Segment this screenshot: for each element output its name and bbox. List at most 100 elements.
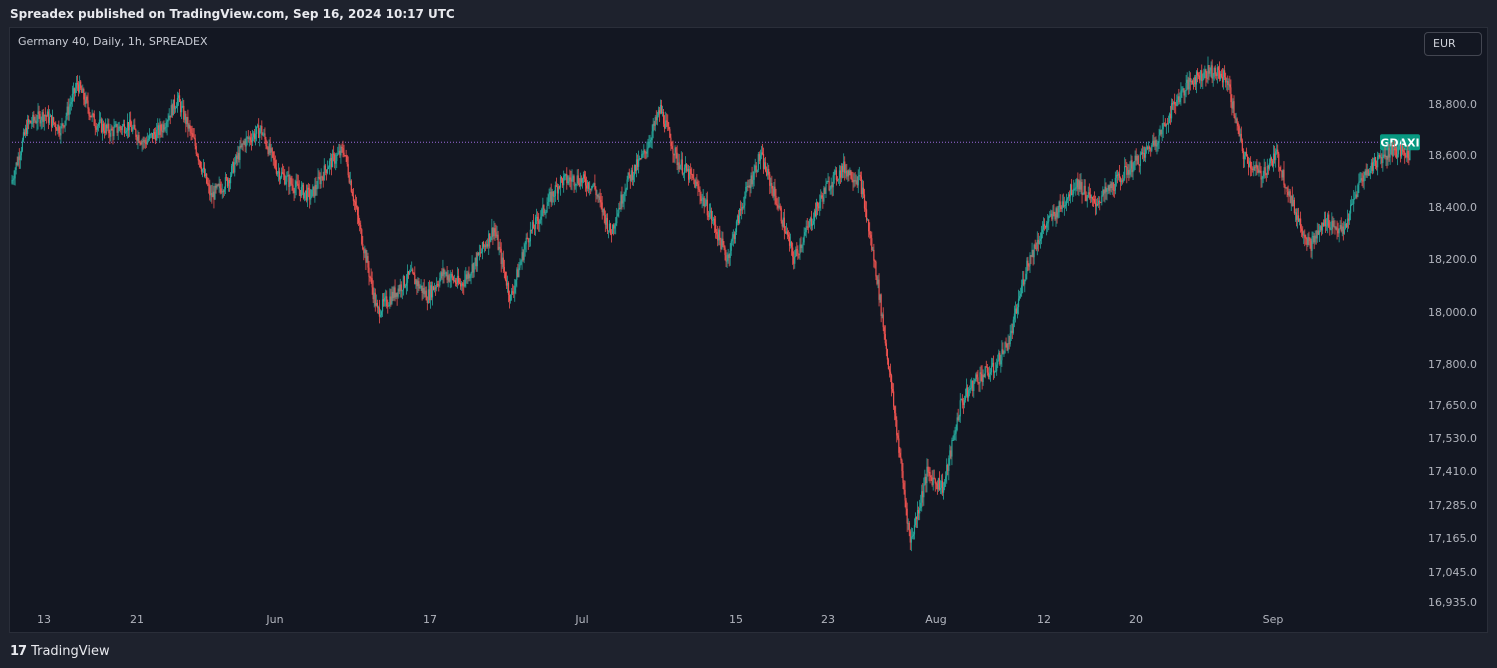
candle-body	[817, 202, 819, 207]
candle-body	[1309, 237, 1311, 242]
candle-body	[516, 269, 518, 281]
candle-body	[600, 199, 602, 203]
candle-body	[1135, 155, 1137, 161]
candle-body	[890, 375, 893, 389]
candle-body	[377, 307, 379, 309]
candle-body	[449, 278, 451, 282]
candle-body	[1091, 196, 1094, 200]
candle-body	[1276, 149, 1278, 152]
candle-body	[492, 227, 494, 237]
candle-body	[189, 125, 191, 129]
candle-body	[439, 278, 441, 286]
candle-body	[851, 178, 853, 180]
candle-body	[1257, 168, 1259, 173]
candle-body	[24, 127, 27, 135]
candle-body	[409, 271, 411, 275]
candle-body	[323, 165, 325, 181]
candle-body	[634, 164, 637, 172]
candle-body	[68, 106, 70, 115]
candle-body	[1202, 79, 1204, 82]
candle-body	[619, 207, 621, 209]
candle-body	[1211, 65, 1213, 79]
candle-body	[228, 180, 231, 184]
candle-body	[33, 114, 35, 121]
candle-body	[1301, 228, 1303, 232]
candle-body	[594, 183, 596, 190]
candle-body	[626, 179, 628, 190]
candle-body	[660, 105, 663, 114]
candle-body	[944, 481, 946, 488]
candle-body	[89, 115, 91, 117]
candle-body	[297, 183, 299, 189]
candle-body	[653, 123, 655, 126]
candle-body	[1318, 230, 1320, 235]
candle-body	[776, 203, 778, 205]
candle-body	[470, 272, 472, 276]
candle-body	[882, 314, 884, 328]
candle-body	[21, 140, 24, 151]
candle-body	[1407, 150, 1409, 159]
candle-body	[918, 509, 920, 514]
candle-body	[483, 245, 486, 247]
candle-body	[284, 174, 286, 185]
candle-body	[665, 120, 667, 129]
candle-body	[16, 162, 18, 165]
candle-body	[775, 195, 777, 204]
candle-body	[207, 183, 209, 185]
candle-body	[1181, 89, 1183, 91]
candle-body	[354, 201, 357, 206]
candle-body	[1024, 279, 1026, 285]
candle-body	[681, 159, 683, 174]
candle-body	[83, 89, 85, 100]
candle-body	[690, 169, 692, 175]
candle-body	[1154, 140, 1156, 146]
currency-button[interactable]: EUR	[1424, 32, 1482, 56]
candle-body	[1221, 76, 1224, 83]
candle-body	[1046, 223, 1048, 228]
candle-body	[178, 95, 181, 102]
candle-body	[1023, 279, 1025, 285]
candle-body	[497, 234, 499, 250]
candle-body	[147, 139, 149, 141]
candle-body	[1104, 186, 1106, 194]
candle-body	[217, 184, 219, 186]
candle-body	[789, 241, 792, 246]
candle-body	[1093, 199, 1096, 203]
candle-body	[827, 181, 829, 183]
candle-body	[1102, 189, 1104, 196]
candle-body	[569, 177, 571, 180]
candle-body	[577, 175, 579, 184]
candle-body	[624, 192, 626, 195]
candle-body	[114, 125, 116, 128]
candle-body	[124, 132, 127, 134]
candle-body	[259, 130, 261, 138]
tradingview-brand: TradingView	[31, 643, 110, 659]
candle-body	[177, 95, 180, 99]
candle-body	[1268, 163, 1270, 169]
candle-body	[429, 285, 432, 301]
price-chart[interactable]: 18,800.0 18,600.0 18,400.0 18,200.0 18,000.0…	[0, 0, 1497, 668]
candle-body	[475, 257, 477, 267]
candle-body	[136, 136, 138, 141]
candle-body	[680, 159, 682, 166]
candle-body	[402, 276, 404, 291]
candle-body	[1141, 152, 1144, 154]
candle-body	[1169, 113, 1172, 119]
candle-body	[523, 249, 525, 260]
candle-body	[1128, 169, 1130, 175]
candle-body	[221, 191, 223, 193]
candle-body	[862, 187, 865, 195]
candle-body	[1184, 90, 1186, 96]
candle-body	[576, 175, 578, 184]
symbol-info[interactable]: Germany 40, Daily, 1h, SPREADEX	[18, 35, 208, 48]
tradingview-footer[interactable]: 17 TradingView	[10, 641, 110, 661]
candle-body	[1188, 77, 1190, 90]
candle-body	[821, 195, 823, 198]
candle-body	[138, 135, 140, 143]
candle-body	[140, 142, 142, 145]
candle-body	[1323, 219, 1326, 226]
candle-body	[1242, 151, 1244, 160]
candle-body	[39, 113, 41, 124]
candle-body	[239, 145, 241, 160]
candle-body	[496, 234, 498, 237]
